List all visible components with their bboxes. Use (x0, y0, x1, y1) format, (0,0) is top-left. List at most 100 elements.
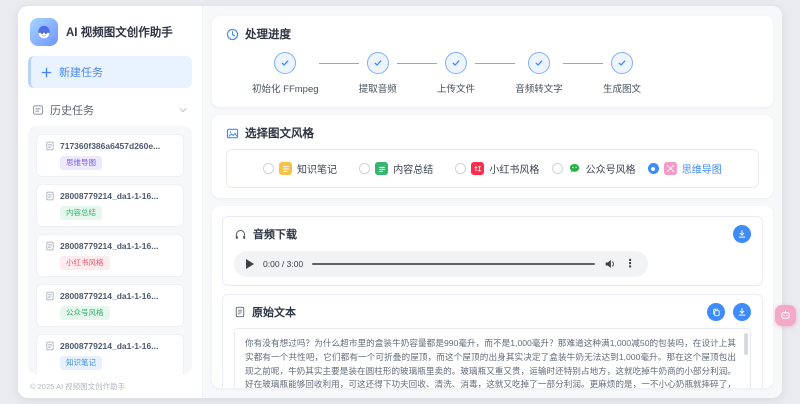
step-check-icon (611, 52, 633, 74)
app-window: AI 视频图文创作助手 新建任务 历史任务 717360f386a6457d26 (18, 6, 782, 398)
radio-unselected-icon (455, 163, 467, 174)
transcript-text: 你有没有想过吗？为什么超市里的盒装牛奶容量都是990毫升，而不是1,000毫升？… (245, 338, 736, 388)
original-text-content[interactable]: 你有没有想过吗？为什么超市里的盒装牛奶容量都是990毫升，而不是1,000毫升？… (234, 328, 751, 388)
step-label: 生成图文 (603, 84, 642, 95)
app-logo-avatar (30, 18, 58, 46)
audio-seek-bar[interactable] (312, 263, 595, 265)
assistant-icon (781, 310, 790, 319)
xiaohongshu-icon (471, 162, 485, 175)
copy-text-button[interactable] (707, 303, 725, 321)
file-icon (46, 191, 54, 201)
chevron-down-icon[interactable] (178, 105, 188, 115)
task-list: 717360f386a6457d260e... 思维导图 28008779214… (28, 126, 192, 374)
audio-more-menu-icon[interactable]: ⋮ (625, 258, 636, 270)
audio-title: 音频下载 (253, 229, 297, 241)
radio-selected-icon (647, 163, 659, 174)
style-option-wechat[interactable]: 公众号风格 (551, 161, 648, 176)
task-name: 28008779214_da1-1-16... (60, 241, 159, 251)
task-style-badge: 知识笔记 (60, 356, 102, 370)
task-style-badge: 内容总结 (60, 206, 102, 220)
copyright-footer: © 2025 AI 视频图文创作助手 (30, 382, 126, 391)
avatar-face-icon (38, 25, 50, 39)
progress-title: 处理进度 (245, 29, 291, 41)
play-icon[interactable] (246, 259, 254, 269)
step-init-ffmpeg: 初始化 FFmpeg (252, 52, 319, 95)
style-option-label: 知识笔记 (297, 165, 337, 176)
mindmap-icon (663, 162, 677, 175)
download-icon (738, 230, 746, 238)
style-option-label: 内容总结 (393, 165, 434, 176)
progress-stepper: 初始化 FFmpeg 提取音频 上传文件 音频转文字 生成图文 (252, 52, 641, 95)
audio-download-button[interactable] (733, 225, 751, 243)
style-option-knowledge-note[interactable]: 知识笔记 (263, 161, 359, 176)
copy-icon (712, 308, 720, 316)
step-label: 上传文件 (437, 84, 476, 95)
task-item[interactable]: 28008779214_da1-1-16... 小红书风格 (36, 234, 184, 277)
style-picker-card: 选择图文风格 知识笔记 内容总结 小红书风格 公众号风格 思维导图 (212, 115, 773, 198)
step-connector (396, 63, 437, 64)
style-options: 知识笔记 内容总结 小红书风格 公众号风格 思维导图 (226, 149, 759, 188)
style-option-label: 公众号风格 (585, 165, 636, 176)
step-upload-file: 上传文件 (437, 52, 475, 95)
task-item[interactable]: 717360f386a6457d260e... 思维导图 (36, 134, 184, 177)
sidebar: AI 视频图文创作助手 新建任务 历史任务 717360f386a6457d26 (18, 6, 203, 398)
original-text-title: 原始文本 (252, 307, 296, 319)
step-label: 初始化 FFmpeg (252, 84, 319, 95)
step-connector (475, 63, 516, 64)
new-task-label: 新建任务 (59, 67, 103, 79)
task-style-badge: 思维导图 (60, 156, 102, 170)
image-icon (226, 128, 239, 138)
step-label: 提取音频 (358, 84, 397, 95)
task-item[interactable]: 28008779214_da1-1-16... 知识笔记 (36, 334, 184, 374)
text-scrollbar[interactable] (744, 333, 748, 355)
task-style-badge: 公众号风格 (60, 306, 110, 320)
step-check-icon (366, 52, 389, 74)
task-name: 28008779214_da1-1-16... (60, 191, 159, 201)
step-extract-audio: 提取音频 (359, 52, 397, 95)
task-style-badge: 小红书风格 (60, 256, 110, 270)
step-generate-article: 生成图文 (603, 52, 641, 95)
history-label: 历史任务 (50, 105, 94, 117)
plus-icon (41, 67, 52, 77)
file-icon (46, 291, 54, 301)
file-icon (46, 341, 54, 351)
text-download-button[interactable] (733, 303, 751, 321)
step-connector (562, 63, 603, 64)
document-icon (235, 306, 245, 318)
audio-section: 音频下载 0:00 / 3:00 ⋮ (222, 216, 763, 286)
style-option-label: 思维导图 (681, 165, 722, 176)
style-option-xiaohongshu[interactable]: 小红书风格 (455, 161, 551, 176)
result-card: 音频下载 0:00 / 3:00 ⋮ 原始文本 你有没有想过吗？为什么超市里的盒… (212, 206, 773, 388)
style-option-label: 小红书风格 (489, 165, 540, 176)
audio-player[interactable]: 0:00 / 3:00 ⋮ (234, 251, 648, 277)
step-audio-to-text: 音频转文字 (515, 52, 563, 95)
style-option-content-summary[interactable]: 内容总结 (359, 161, 455, 176)
task-name: 28008779214_da1-1-16... (60, 341, 159, 351)
file-icon (46, 241, 54, 251)
task-name: 28008779214_da1-1-16... (60, 291, 159, 301)
summary-icon (375, 162, 389, 175)
original-text-section: 原始文本 你有没有想过吗？为什么超市里的盒装牛奶容量都是990毫升，而不是1,0… (222, 294, 763, 388)
task-item[interactable]: 28008779214_da1-1-16... 内容总结 (36, 184, 184, 227)
task-item[interactable]: 28008779214_da1-1-16... 公众号风格 (36, 284, 184, 327)
step-check-icon (274, 52, 297, 74)
step-check-icon (445, 52, 467, 74)
history-icon (33, 105, 43, 115)
app-brand: AI 视频图文创作助手 (28, 16, 192, 56)
assistant-floating-button[interactable] (775, 305, 796, 326)
step-check-icon (528, 52, 550, 74)
progress-icon (226, 28, 239, 40)
new-task-button[interactable]: 新建任务 (28, 56, 192, 88)
headphones-icon (235, 229, 246, 239)
step-connector (318, 63, 359, 64)
download-icon (738, 308, 746, 316)
style-option-mindmap[interactable]: 思维导图 (647, 161, 744, 176)
app-title: AI 视频图文创作助手 (66, 27, 173, 39)
style-picker-title: 选择图文风格 (245, 128, 314, 140)
radio-unselected-icon (551, 163, 563, 174)
main-content: 处理进度 初始化 FFmpeg 提取音频 上传文件 音频转文字 生成图文 选择图… (203, 6, 782, 398)
file-icon (46, 141, 54, 151)
history-header[interactable]: 历史任务 (28, 98, 192, 126)
progress-card: 处理进度 初始化 FFmpeg 提取音频 上传文件 音频转文字 生成图文 (212, 16, 773, 107)
volume-icon[interactable] (604, 258, 616, 270)
